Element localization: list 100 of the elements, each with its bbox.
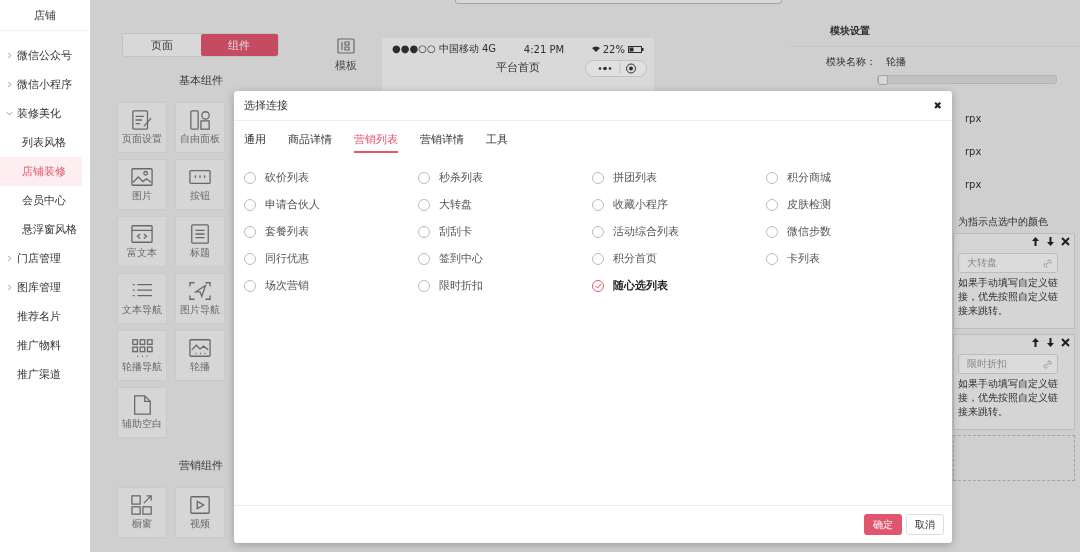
link-icon	[1043, 359, 1052, 369]
radio-button[interactable]	[418, 171, 430, 184]
up-arrow-icon[interactable]	[1031, 237, 1040, 246]
component-tile[interactable]: 轮播导航	[117, 330, 167, 381]
component-tile[interactable]: 按钮	[175, 159, 225, 210]
radio-button[interactable]	[418, 252, 430, 265]
dialog-tab[interactable]: 商品详情	[288, 133, 332, 153]
component-icon	[130, 337, 154, 359]
template-button[interactable]: 模板	[335, 38, 357, 78]
radio-button[interactable]	[766, 171, 778, 184]
component-tile[interactable]: 富文本	[117, 216, 167, 267]
close-button[interactable]: ✖	[933, 100, 942, 111]
radio-button[interactable]	[592, 279, 604, 292]
dialog-tab[interactable]: 通用	[244, 133, 266, 153]
margin-slider[interactable]	[877, 75, 1057, 84]
component-icon	[188, 223, 212, 245]
radio-button[interactable]	[244, 279, 256, 292]
link-option[interactable]: 砍价列表	[244, 169, 418, 186]
battery-text: 22%	[602, 43, 625, 55]
cancel-button[interactable]: 取消	[906, 514, 944, 535]
color-hint: 为指示点选中的颜色	[958, 215, 1048, 229]
hint-text: 如果手动填写自定义链接，优先按照自定义链接来跳转。	[958, 276, 1059, 318]
radio-button[interactable]	[418, 225, 430, 238]
close-icon[interactable]	[1061, 338, 1070, 347]
sidebar-item[interactable]: 微信小程序	[0, 70, 90, 99]
link-option[interactable]: 拼团列表	[592, 169, 766, 186]
component-icon	[188, 494, 212, 516]
sidebar-item[interactable]: 图库管理	[0, 273, 90, 302]
component-tile[interactable]: 图片导航	[175, 273, 225, 324]
sidebar-subitem[interactable]: 列表风格	[0, 128, 82, 157]
link-option[interactable]: 微信步数	[766, 223, 940, 240]
dialog-title: 选择连接	[244, 98, 288, 113]
component-icon	[130, 223, 154, 245]
panel-tab[interactable]: 页面	[123, 34, 201, 56]
chevron-icon	[6, 110, 13, 117]
dialog-tab[interactable]: 工具	[486, 133, 508, 153]
module-name: 轮播	[886, 55, 906, 69]
radio-button[interactable]	[766, 225, 778, 238]
radio-button[interactable]	[244, 252, 256, 265]
dialog-tab[interactable]: 营销列表	[354, 133, 398, 153]
down-arrow-icon[interactable]	[1046, 237, 1055, 246]
link-option[interactable]: 场次营销	[244, 277, 418, 294]
up-arrow-icon[interactable]	[1031, 338, 1040, 347]
component-tile[interactable]: 自由面板	[175, 102, 225, 153]
radio-button[interactable]	[418, 279, 430, 292]
radio-button[interactable]	[592, 225, 604, 238]
link-option[interactable]: 积分首页	[592, 250, 766, 267]
slider-thumb[interactable]	[878, 75, 888, 85]
component-tile[interactable]: 辅助空白	[117, 387, 167, 438]
link-option[interactable]: 大转盘	[418, 196, 592, 213]
unit-label: rpx	[965, 146, 982, 157]
sidebar-subitem[interactable]: 会员中心	[0, 186, 82, 215]
radio-button[interactable]	[592, 171, 604, 184]
component-tile[interactable]: 标题	[175, 216, 225, 267]
sidebar-item[interactable]: 推荐名片	[0, 302, 90, 331]
link-option[interactable]: 套餐列表	[244, 223, 418, 240]
link-option[interactable]: 随心选列表	[592, 277, 766, 294]
radio-button[interactable]	[592, 252, 604, 265]
link-option[interactable]: 积分商城	[766, 169, 940, 186]
radio-button[interactable]	[766, 252, 778, 265]
close-icon[interactable]	[1061, 237, 1070, 246]
component-tile[interactable]: 图片	[117, 159, 167, 210]
radio-button[interactable]	[592, 198, 604, 211]
dialog-tab[interactable]: 营销详情	[420, 133, 464, 153]
link-option[interactable]: 签到中心	[418, 250, 592, 267]
sidebar-item[interactable]: 微信公众号	[0, 41, 90, 70]
section-title: 基本组件	[179, 73, 224, 88]
capsule-button[interactable]	[585, 60, 647, 77]
link-option[interactable]: 同行优惠	[244, 250, 418, 267]
component-tile[interactable]: 橱窗	[117, 487, 167, 538]
sidebar-item[interactable]: 装修美化	[0, 99, 90, 128]
radio-button[interactable]	[244, 225, 256, 238]
link-option[interactable]: 限时折扣	[418, 277, 592, 294]
component-icon	[130, 166, 154, 188]
radio-button[interactable]	[418, 198, 430, 211]
link-option[interactable]: 皮肤检测	[766, 196, 940, 213]
radio-button[interactable]	[766, 198, 778, 211]
link-option[interactable]: 活动综合列表	[592, 223, 766, 240]
panel-title: 模块设置	[790, 16, 1080, 47]
link-option[interactable]: 申请合伙人	[244, 196, 418, 213]
radio-button[interactable]	[244, 171, 256, 184]
component-tile[interactable]: 视频	[175, 487, 225, 538]
sidebar-item[interactable]: 门店管理	[0, 244, 90, 273]
panel-tab[interactable]: 组件	[200, 34, 278, 56]
component-tile[interactable]: 页面设置	[117, 102, 167, 153]
radio-button[interactable]	[244, 198, 256, 211]
link-option[interactable]: 收藏小程序	[592, 196, 766, 213]
down-arrow-icon[interactable]	[1046, 338, 1055, 347]
component-tile[interactable]: 轮播	[175, 330, 225, 381]
link-option[interactable]: 刮刮卡	[418, 223, 592, 240]
link-option[interactable]: 卡列表	[766, 250, 940, 267]
sidebar-item[interactable]: 推广物料	[0, 331, 90, 360]
sidebar-item[interactable]: 推广渠道	[0, 360, 90, 389]
component-icon	[188, 109, 212, 131]
confirm-button[interactable]: 确定	[864, 514, 902, 535]
sidebar-subitem[interactable]: 悬浮窗风格	[0, 215, 82, 244]
unit-label: rpx	[965, 113, 982, 124]
component-tile[interactable]: 文本导航	[117, 273, 167, 324]
link-option[interactable]: 秒杀列表	[418, 169, 592, 186]
add-slide-area[interactable]	[953, 435, 1075, 481]
